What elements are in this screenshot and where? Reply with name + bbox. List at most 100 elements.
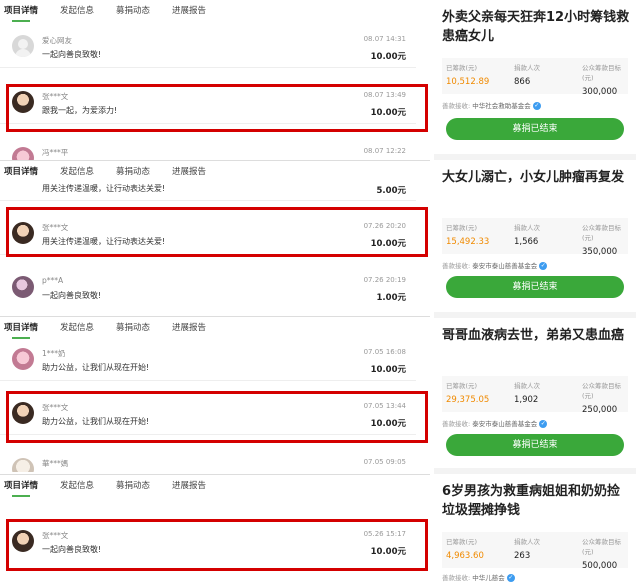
org-name: 泰安市泰山慈善基金会 <box>472 420 538 428</box>
goal-label: 公众筹款目标(元) <box>582 224 621 242</box>
tab-project-details[interactable]: 项目详情 <box>4 479 38 497</box>
donor-count: 263 <box>514 551 531 561</box>
stats-box: 已筹款(元) 10,512.89 捐款人次 866 公众筹款目标(元) 300,000 <box>442 58 628 97</box>
tab-progress-report[interactable]: 进展报告 <box>172 479 206 491</box>
donation-row: 爱心网友 08.07 14:31 一起向善良致敬! 10.00元 <box>0 30 416 68</box>
donation-amount: 10.00元 <box>370 365 406 375</box>
donation-message: 一起向善良致敬! <box>42 50 102 59</box>
donation-amount: 5.00元 <box>376 186 406 196</box>
tab-project-details[interactable]: 项目详情 <box>4 4 38 22</box>
org-name: 泰安市泰山慈善基金会 <box>472 262 538 270</box>
recipient-org: 善款接收: 泰安市泰山慈善基金会 ✓ <box>442 260 548 270</box>
fundraiser-ended-button[interactable]: 募捐已结束 <box>446 434 624 456</box>
highlight-box <box>6 519 428 571</box>
highlight-box <box>6 84 428 132</box>
donation-panel-3: 项目详情 发起信息 募捐动态 进展报告 1***奶 07.05 16:08 助力… <box>0 316 430 472</box>
org-name: 中华社会救助基金会 <box>472 102 531 110</box>
tab-project-details[interactable]: 项目详情 <box>4 165 38 183</box>
goal-amount: 350,000 <box>582 247 618 257</box>
tab-progress-report[interactable]: 进展报告 <box>172 321 206 333</box>
donors-label: 捐款人次 <box>514 224 540 232</box>
verified-icon: ✓ <box>539 420 548 428</box>
fundraiser-card[interactable]: 6岁男孩为救重病姐姐和奶奶捡垃圾摆摊挣钱 已筹款(元) 4,963.60 捐款人次… <box>434 474 636 582</box>
donation-panel-2: 项目详情 发起信息 募捐动态 进展报告 用关注传递温暖，让行动表达关爱! 5.0… <box>0 160 430 316</box>
donation-date: 07.05 16:08 <box>363 348 406 356</box>
goal-amount: 250,000 <box>582 405 618 415</box>
fundraiser-card[interactable]: 外卖父亲每天狂奔12小时筹钱救患癌女儿 已筹款(元) 10,512.89 捐款人次… <box>434 0 636 154</box>
fundraiser-ended-button[interactable]: 募捐已结束 <box>446 118 624 140</box>
donation-panel-4: 项目详情 发起信息 募捐动态 进展报告 张***文 05.26 15:17 一起… <box>0 474 430 582</box>
raised-label: 已筹款(元) <box>446 382 478 390</box>
goal-label: 公众筹款目标(元) <box>582 64 621 82</box>
verified-icon: ✓ <box>506 574 515 582</box>
tab-progress-report[interactable]: 进展报告 <box>172 165 206 177</box>
donation-message: 助力公益，让我们从现在开始! <box>42 363 150 372</box>
highlight-box <box>6 207 428 257</box>
tab-donation-updates[interactable]: 募捐动态 <box>116 165 150 177</box>
donor-count: 1,902 <box>514 395 539 405</box>
fundraiser-title: 外卖父亲每天狂奔12小时筹钱救患癌女儿 <box>442 10 630 44</box>
fundraiser-title: 哥哥血液病去世，弟弟又患血癌 <box>442 328 625 343</box>
raised-amount: 10,512.89 <box>446 77 490 87</box>
donation-row: 1***奶 07.05 16:08 助力公益，让我们从现在开始! 10.00元 <box>0 343 416 381</box>
recipient-label: 善款接收: <box>442 574 471 582</box>
donor-count: 866 <box>514 77 531 87</box>
stats-box: 已筹款(元) 15,492.33 捐款人次 1,566 公众筹款目标(元) 350,0… <box>442 218 628 257</box>
donors-label: 捐款人次 <box>514 538 540 546</box>
org-name: 中华儿慈会 <box>472 574 505 582</box>
tab-donation-updates[interactable]: 募捐动态 <box>116 4 150 16</box>
donor-name: 冯***平 <box>42 148 69 157</box>
tab-donation-updates[interactable]: 募捐动态 <box>116 321 150 333</box>
fundraiser-card[interactable]: 哥哥血液病去世，弟弟又患血癌 已筹款(元) 29,375.05 捐款人次 1,902… <box>434 318 636 468</box>
raised-label: 已筹款(元) <box>446 224 478 232</box>
avatar <box>12 348 34 370</box>
donor-name: 1***奶 <box>42 349 66 358</box>
tab-donation-updates[interactable]: 募捐动态 <box>116 479 150 491</box>
recipient-org: 善款接收: 中华社会救助基金会 ✓ <box>442 100 541 110</box>
donor-name: 華***媽 <box>42 459 69 468</box>
stats-box: 已筹款(元) 29,375.05 捐款人次 1,902 公众筹款目标(元) 250,0… <box>442 376 628 415</box>
stats-box: 已筹款(元) 4,963.60 捐款人次 263 公众筹款目标(元) 500,000 <box>442 532 628 571</box>
goal-label: 公众筹款目标(元) <box>582 538 621 556</box>
donation-date: 08.07 14:31 <box>363 35 406 43</box>
donation-date: 07.26 20:19 <box>363 276 406 284</box>
avatar <box>12 458 34 472</box>
donor-name: p***A <box>42 276 64 285</box>
recipient-org: 善款接收: 中华儿慈会 ✓ <box>442 572 515 582</box>
tab-bar: 项目详情 发起信息 募捐动态 进展报告 <box>0 475 430 497</box>
donor-count: 1,566 <box>514 237 539 247</box>
tab-initiator-info[interactable]: 发起信息 <box>60 4 94 16</box>
donation-row: 冯***平 08.07 12:22 <box>0 142 416 162</box>
tab-initiator-info[interactable]: 发起信息 <box>60 165 94 177</box>
tab-project-details[interactable]: 项目详情 <box>4 321 38 339</box>
donors-label: 捐款人次 <box>514 382 540 390</box>
donation-panel-1: 项目详情 发起信息 募捐动态 进展报告 爱心网友 08.07 14:31 一起向… <box>0 0 430 162</box>
raised-amount: 15,492.33 <box>446 237 490 247</box>
highlight-box <box>6 391 428 443</box>
tab-progress-report[interactable]: 进展报告 <box>172 4 206 16</box>
recipient-label: 善款接收: <box>442 262 471 270</box>
donors-label: 捐款人次 <box>514 64 540 72</box>
fundraiser-title: 6岁男孩为救重病姐姐和奶奶捡垃圾摆摊挣钱 <box>442 484 621 518</box>
goal-amount: 500,000 <box>582 561 618 571</box>
raised-amount: 4,963.60 <box>446 551 484 561</box>
fundraiser-cards-column: 外卖父亲每天狂奔12小时筹钱救患癌女儿 已筹款(元) 10,512.89 捐款人次… <box>434 0 636 582</box>
raised-label: 已筹款(元) <box>446 64 478 72</box>
tab-initiator-info[interactable]: 发起信息 <box>60 321 94 333</box>
raised-amount: 29,375.05 <box>446 395 490 405</box>
tab-initiator-info[interactable]: 发起信息 <box>60 479 94 491</box>
tab-bar: 项目详情 发起信息 募捐动态 进展报告 <box>0 161 430 183</box>
avatar <box>12 276 34 298</box>
tab-bar: 项目详情 发起信息 募捐动态 进展报告 <box>0 317 430 339</box>
donor-name: 爱心网友 <box>42 36 72 45</box>
fundraiser-card[interactable]: 大女儿溺亡，小女儿肿瘤再复发 已筹款(元) 15,492.33 捐款人次 1,566… <box>434 160 636 312</box>
recipient-label: 善款接收: <box>442 102 471 110</box>
donation-row: p***A 07.26 20:19 一起向善良致敬! 1.00元 <box>0 271 416 309</box>
fundraiser-ended-button[interactable]: 募捐已结束 <box>446 276 624 298</box>
donation-amount: 10.00元 <box>370 52 406 62</box>
avatar <box>12 35 34 57</box>
donation-row: 華***媽 07.05 09:05 <box>0 453 416 472</box>
verified-icon: ✓ <box>532 102 541 110</box>
verified-icon: ✓ <box>539 262 548 270</box>
donation-date: 07.05 09:05 <box>363 458 406 466</box>
